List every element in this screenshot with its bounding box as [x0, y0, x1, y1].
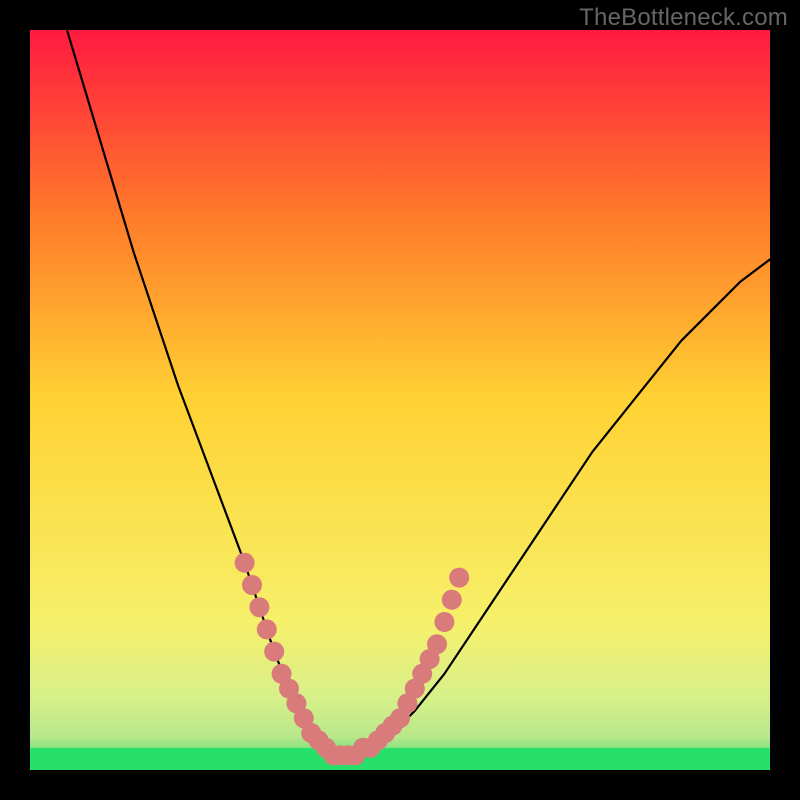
marker-dot: [235, 553, 255, 573]
marker-dot: [249, 597, 269, 617]
bottleneck-chart-svg: [30, 30, 770, 770]
marker-dot: [434, 612, 454, 632]
marker-dot: [242, 575, 262, 595]
gradient-background: [30, 30, 770, 770]
plot-area: [30, 30, 770, 770]
marker-dot: [257, 619, 277, 639]
marker-dot: [264, 642, 284, 662]
chart-frame: TheBottleneck.com: [0, 0, 800, 800]
marker-dot: [442, 590, 462, 610]
marker-dot: [449, 568, 469, 588]
watermark-text: TheBottleneck.com: [579, 4, 788, 32]
marker-dot: [427, 634, 447, 654]
green-band: [30, 748, 770, 770]
